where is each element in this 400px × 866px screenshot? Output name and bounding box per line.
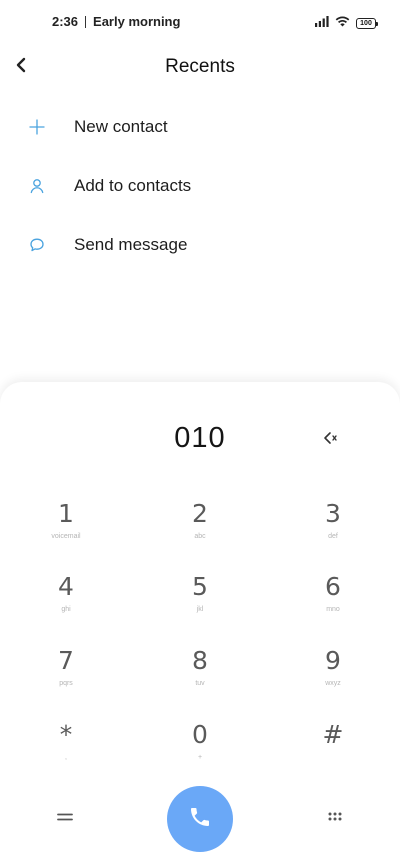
key-digit: 4 bbox=[58, 572, 74, 601]
key-letters: , bbox=[65, 754, 67, 761]
key-letters: + bbox=[197, 754, 203, 761]
key-digit: 5 bbox=[192, 572, 208, 601]
key-letters: pqrs bbox=[59, 680, 73, 687]
key-3[interactable]: 3 def bbox=[293, 499, 373, 555]
plus-icon bbox=[28, 118, 46, 136]
send-message-item[interactable]: Send message bbox=[0, 215, 400, 274]
dialer-screen: 2:36 Early morning 100 Recents New conta… bbox=[0, 0, 400, 866]
key-4[interactable]: 4 ghi bbox=[26, 572, 106, 628]
key-digit: 1 bbox=[58, 499, 74, 528]
page-title: Recents bbox=[165, 56, 235, 77]
key-9[interactable]: 9 wxyz bbox=[293, 646, 373, 702]
key-digit: 2 bbox=[192, 499, 208, 528]
call-button[interactable] bbox=[167, 786, 233, 852]
add-to-contacts-item[interactable]: Add to contacts bbox=[0, 156, 400, 215]
key-letters: jkl bbox=[196, 606, 204, 613]
key-digit: 0 bbox=[192, 720, 208, 749]
key-letters: def bbox=[328, 533, 338, 540]
status-bar: 2:36 Early morning 100 bbox=[0, 0, 400, 46]
key-letters: wxyz bbox=[325, 680, 341, 687]
dial-pad-panel: 010 1 voicemail 2 abc 3 def 4 ghi 5 jkl … bbox=[0, 382, 400, 866]
key-digit: 3 bbox=[325, 499, 341, 528]
backspace-button[interactable] bbox=[320, 429, 342, 451]
action-list: New contact Add to contacts Send message bbox=[0, 97, 400, 274]
key-digit: 8 bbox=[192, 646, 208, 675]
key-letters: tuv bbox=[195, 680, 205, 687]
signal-icon bbox=[315, 14, 329, 32]
status-separator bbox=[85, 15, 87, 28]
person-icon bbox=[28, 177, 46, 195]
new-contact-item[interactable]: New contact bbox=[0, 97, 400, 156]
status-time: 2:36 bbox=[52, 14, 79, 29]
key-letters: abc bbox=[194, 533, 206, 540]
key-digit: 6 bbox=[325, 572, 341, 601]
key-digit: 7 bbox=[58, 646, 74, 675]
key-letters: ghi bbox=[61, 606, 71, 613]
send-message-label: Send message bbox=[74, 234, 188, 254]
key-digit: 9 bbox=[325, 646, 341, 675]
chat-bubble-icon bbox=[28, 236, 46, 254]
key-digit: * bbox=[59, 720, 73, 749]
key-5[interactable]: 5 jkl bbox=[160, 572, 240, 628]
status-icons: 100 bbox=[315, 14, 378, 32]
status-note: Early morning bbox=[93, 14, 181, 29]
wifi-icon bbox=[335, 14, 350, 32]
key-digit: # bbox=[322, 720, 344, 749]
key-7[interactable]: 7 pqrs bbox=[26, 646, 106, 702]
keypad-toggle-button[interactable] bbox=[320, 804, 350, 834]
key-2[interactable]: 2 abc bbox=[160, 499, 240, 555]
backspace-icon bbox=[323, 431, 339, 450]
status-left: 2:36 Early morning bbox=[52, 14, 180, 29]
key-star[interactable]: * , bbox=[26, 720, 106, 776]
menu-icon bbox=[57, 810, 73, 828]
new-contact-label: New contact bbox=[74, 116, 168, 136]
key-0[interactable]: 0 + bbox=[160, 720, 240, 776]
key-6[interactable]: 6 mno bbox=[293, 572, 373, 628]
key-letters: mno bbox=[326, 606, 340, 613]
header: Recents bbox=[0, 46, 400, 90]
menu-button[interactable] bbox=[50, 804, 80, 834]
keypad-icon bbox=[327, 810, 343, 828]
add-to-contacts-label: Add to contacts bbox=[74, 175, 192, 195]
key-hash[interactable]: # bbox=[293, 720, 373, 776]
phone-icon bbox=[188, 805, 212, 834]
key-1[interactable]: 1 voicemail bbox=[26, 499, 106, 555]
key-letters: voicemail bbox=[51, 533, 81, 540]
battery-icon: 100 bbox=[356, 17, 378, 29]
key-8[interactable]: 8 tuv bbox=[160, 646, 240, 702]
